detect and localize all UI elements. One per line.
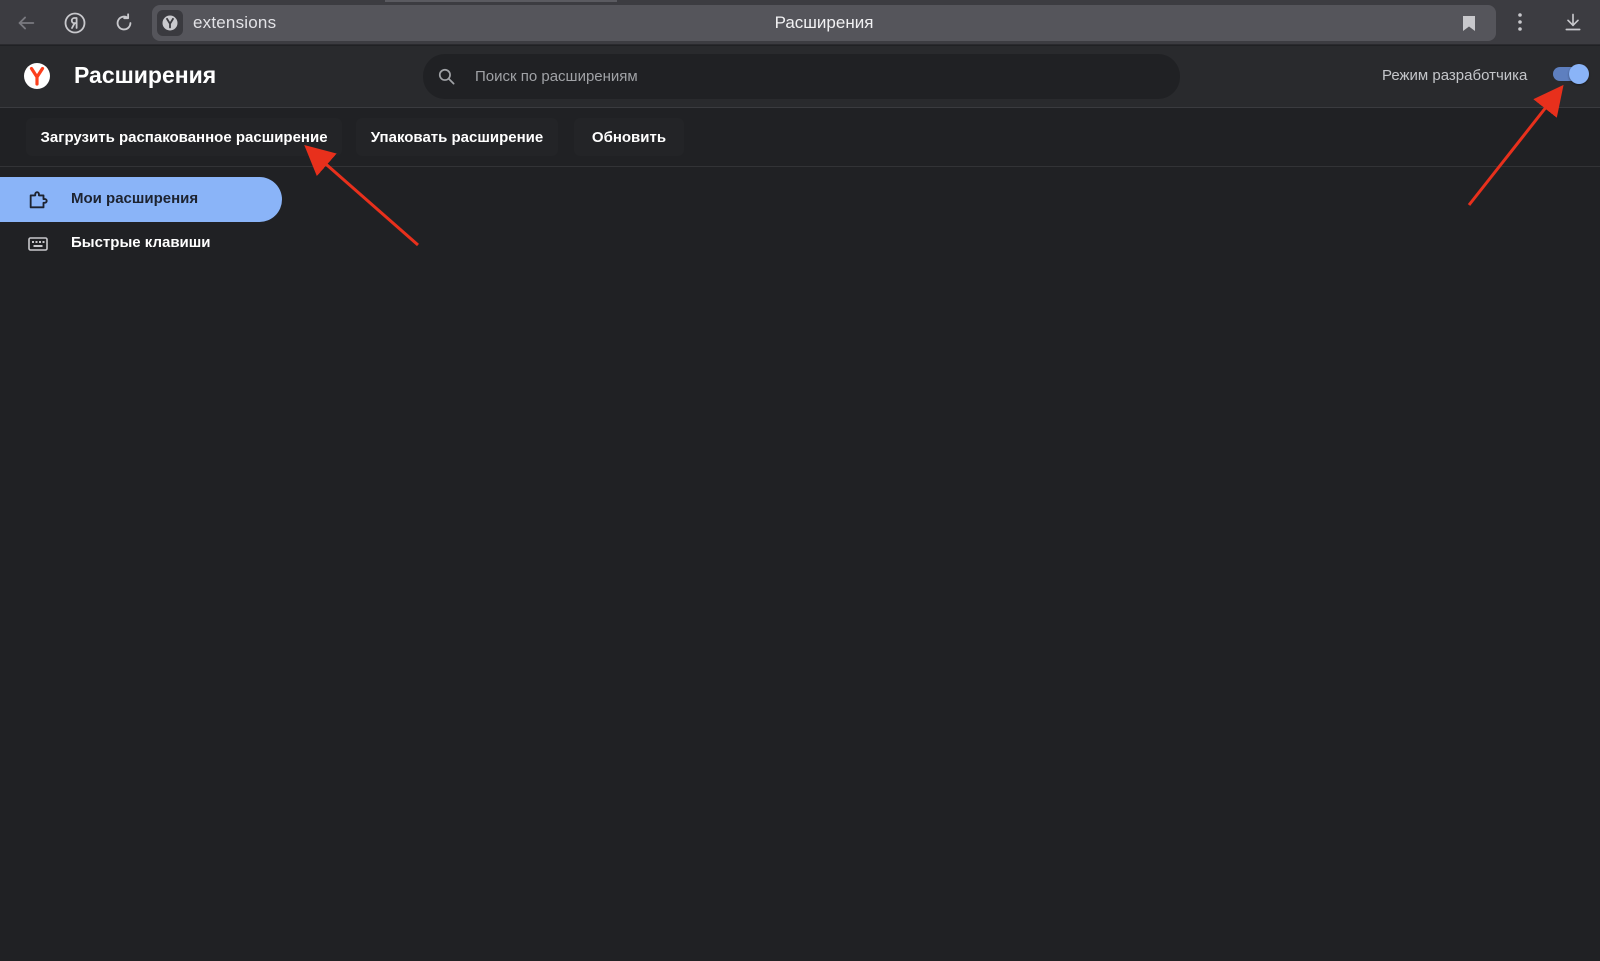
- yandex-logo-icon: [24, 63, 50, 89]
- arrow-left-icon: [18, 16, 35, 30]
- search-box[interactable]: [423, 54, 1180, 99]
- address-url[interactable]: extensions: [193, 13, 276, 33]
- bookmark-button[interactable]: [1460, 14, 1478, 32]
- yandex-ya-icon: [64, 12, 86, 34]
- sidebar-item-shortcuts[interactable]: Быстрые клавиши: [0, 221, 282, 266]
- load-unpacked-button[interactable]: Загрузить распакованное расширение: [26, 118, 342, 156]
- back-button[interactable]: [12, 9, 40, 37]
- sidebar-item-label: Мои расширения: [71, 190, 199, 207]
- bookmark-icon: [1463, 15, 1475, 31]
- developer-mode-toggle-knob[interactable]: [1569, 64, 1589, 84]
- site-favicon: [157, 10, 183, 36]
- search-input[interactable]: [473, 54, 1163, 99]
- developer-mode-label: Режим разработчика: [1382, 67, 1528, 84]
- sidebar-item-my-extensions[interactable]: Мои расширения: [0, 177, 282, 222]
- developer-toolbar: Загрузить распакованное расширение Упако…: [0, 108, 1600, 167]
- keyboard-icon: [27, 233, 49, 255]
- kebab-menu-icon: [1518, 13, 1522, 31]
- downloads-button[interactable]: [1561, 10, 1585, 34]
- browser-toolbar: extensions Расширения: [0, 0, 1600, 45]
- address-bar[interactable]: extensions Расширения: [152, 5, 1496, 41]
- reload-icon: [116, 13, 132, 31]
- sidebar-item-label: Быстрые клавиши: [71, 234, 211, 251]
- address-page-title: Расширения: [774, 13, 874, 32]
- reload-button[interactable]: [110, 9, 138, 37]
- page-title: Расширения: [74, 62, 217, 88]
- search-icon: [438, 68, 455, 85]
- yandex-home-button[interactable]: [61, 9, 89, 37]
- pack-extension-button[interactable]: Упаковать расширение: [356, 118, 558, 156]
- download-icon: [1565, 13, 1581, 31]
- tab-indicator: [385, 0, 617, 2]
- yandex-browser-icon: [162, 15, 178, 31]
- puzzle-icon: [27, 189, 49, 211]
- extensions-header: Расширения Режим разработчика: [0, 46, 1600, 108]
- update-button[interactable]: Обновить: [574, 118, 684, 156]
- browser-menu-button[interactable]: [1508, 10, 1532, 34]
